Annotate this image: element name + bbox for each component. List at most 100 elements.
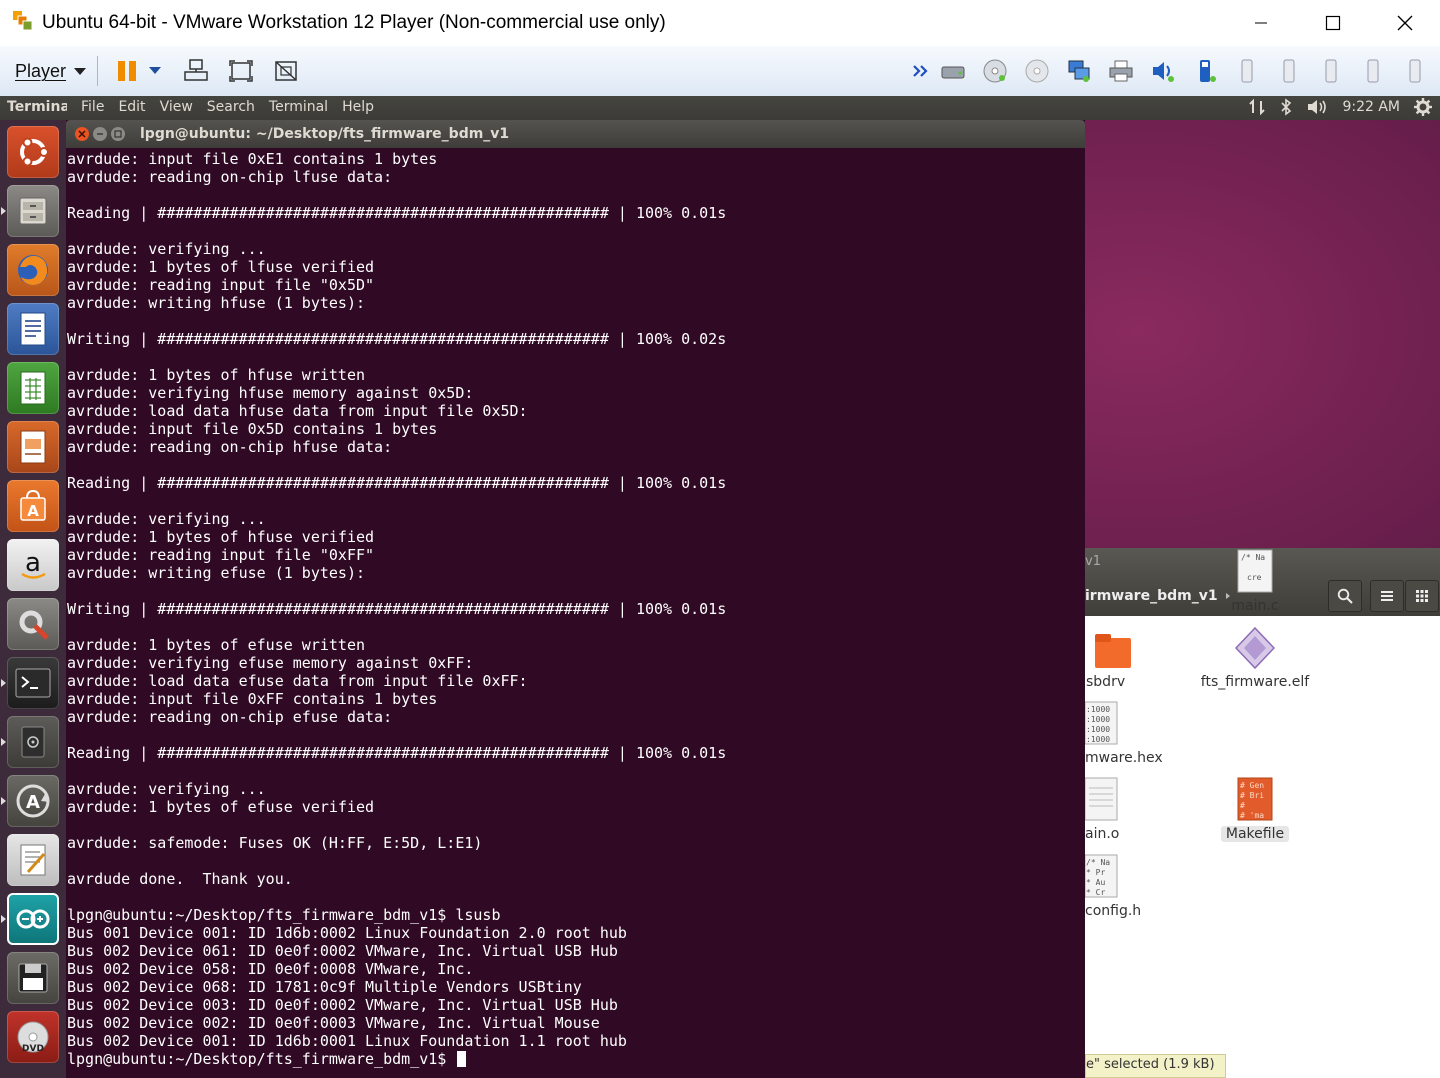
cd-dvd-device[interactable]: [981, 57, 1009, 85]
terminal-line: Bus 002 Device 068: ID 1781:0c9f Multipl…: [67, 978, 582, 996]
more-devices-button[interactable]: [910, 57, 930, 85]
path-bar-button[interactable]: irmware_bdm_v1: [1085, 582, 1240, 610]
terminal-line: Reading | ##############################…: [67, 744, 727, 762]
settings-wrench-icon: [19, 610, 49, 640]
usb-device-5[interactable]: [1401, 57, 1429, 85]
network-adapter-device[interactable]: [1065, 57, 1093, 85]
file-name: sbdrv: [1086, 674, 1126, 690]
file-item[interactable]: fts_firmware.elf: [1195, 626, 1315, 690]
minimize-icon: [1255, 22, 1267, 24]
launcher-amazon[interactable]: a: [7, 539, 59, 591]
send-ctrl-alt-del-button[interactable]: [182, 57, 210, 85]
path-bar-label: irmware_bdm_v1: [1085, 588, 1218, 604]
player-menu-button[interactable]: Player: [15, 61, 87, 82]
launcher-libreoffice-calc[interactable]: [7, 362, 59, 414]
launcher-libreoffice-writer[interactable]: [7, 303, 59, 355]
makefile-icon: # Gen# Bri## 'ma: [1237, 777, 1273, 821]
indicator-area: 9:22 AM: [1248, 98, 1432, 116]
updater-icon: A: [16, 784, 50, 818]
launcher-terminal[interactable]: [1, 657, 59, 709]
binary-icon: [1234, 626, 1276, 670]
svg-text:cre: cre: [1247, 573, 1262, 582]
usb-icon: [1409, 59, 1421, 83]
terminal-line: avrdude: safemode: Fuses OK (H:FF, E:5D,…: [67, 834, 483, 852]
list-view-button[interactable]: [1370, 580, 1404, 612]
running-indicator: [1, 679, 6, 687]
menu-terminal[interactable]: Terminal: [269, 99, 328, 115]
sound-card-device[interactable]: [1149, 57, 1177, 85]
gear-icon[interactable]: [1414, 98, 1432, 116]
volume-icon[interactable]: [1306, 98, 1328, 116]
terminal-line: Bus 001 Device 001: ID 1d6b:0002 Linux F…: [67, 924, 627, 942]
text-editor-icon: [20, 844, 46, 876]
maximize-button[interactable]: [1298, 0, 1368, 46]
unity-mode-button[interactable]: [272, 57, 300, 85]
usb-icon: [1200, 60, 1216, 82]
launcher-files[interactable]: [1, 185, 59, 237]
terminal-minimize-button[interactable]: [93, 127, 107, 141]
file-item[interactable]: /* Na cre main.c: [1225, 548, 1285, 614]
usb-device-3[interactable]: [1317, 57, 1345, 85]
usb-device-connected[interactable]: [1191, 57, 1219, 85]
menu-search[interactable]: Search: [207, 99, 255, 115]
menu-file[interactable]: File: [81, 99, 104, 115]
usb-device-1[interactable]: [1233, 57, 1261, 85]
launcher-floppy[interactable]: [7, 952, 59, 1004]
menu-edit[interactable]: Edit: [118, 99, 145, 115]
terminal-output[interactable]: avrdude: input file 0xE1 contains 1 byte…: [67, 150, 1083, 1076]
file-name: mware.hex: [1085, 750, 1163, 766]
selection-status-bar: e" selected (1.9 kB): [1085, 1054, 1226, 1078]
launcher-dash-home[interactable]: [7, 126, 59, 178]
launcher-dvd[interactable]: DVD: [7, 1011, 59, 1063]
terminal-line: Reading | ##############################…: [67, 204, 727, 222]
document-writer-icon: [20, 312, 46, 346]
bluetooth-icon[interactable]: [1280, 98, 1292, 116]
launcher-system-settings[interactable]: [7, 598, 59, 650]
launcher-firefox[interactable]: [7, 244, 59, 296]
pause-button[interactable]: [113, 57, 141, 85]
launcher-libreoffice-impress[interactable]: [7, 421, 59, 473]
clock[interactable]: 9:22 AM: [1342, 99, 1400, 115]
arduino-icon: [16, 909, 50, 929]
printer-device[interactable]: [1107, 57, 1135, 85]
launcher-usb-drive[interactable]: [1, 716, 59, 768]
terminal-close-button[interactable]: [75, 127, 89, 141]
hard-disk-device[interactable]: [939, 57, 967, 85]
terminal-title-bar[interactable]: lpgn@ubuntu: ~/Desktop/fts_firmware_bdm_…: [66, 120, 1085, 148]
terminal-prompt: lpgn@ubuntu:~/Desktop/fts_firmware_bdm_v…: [67, 1050, 456, 1068]
launcher-arduino[interactable]: [1, 893, 59, 945]
launcher-software-updater[interactable]: A: [1, 775, 59, 827]
power-options-dropdown[interactable]: [145, 57, 165, 85]
network-arrows-icon[interactable]: [1248, 98, 1266, 116]
file-item-selected[interactable]: # Gen # Bri # # 'ma Makefile: [1221, 776, 1289, 842]
svg-text::1000: :1000: [1086, 715, 1110, 724]
cd-dvd-2-device[interactable]: [1023, 57, 1051, 85]
search-button[interactable]: [1328, 580, 1362, 612]
launcher-software-center[interactable]: A: [7, 480, 59, 532]
close-icon: [1397, 15, 1413, 31]
terminal-line: Bus 002 Device 001: ID 1d6b:0001 Linux F…: [67, 1032, 627, 1050]
printer-icon: [1109, 60, 1133, 82]
grid-view-button[interactable]: [1405, 580, 1439, 612]
file-item[interactable]: sbdrv: [1085, 630, 1145, 690]
launcher-text-editor[interactable]: [7, 834, 59, 886]
file-item[interactable]: :1000:1000:1000:1000 mware.hex: [1084, 700, 1165, 766]
minimize-button[interactable]: [1226, 0, 1296, 46]
running-indicator: [1, 207, 6, 215]
terminal-maximize-button[interactable]: [111, 127, 125, 141]
usb-icon: [1283, 59, 1295, 83]
c-source-icon: /* Na cre: [1237, 549, 1273, 593]
drive-icon: [21, 726, 45, 758]
file-item[interactable]: ain.o: [1084, 776, 1165, 842]
close-button[interactable]: [1370, 0, 1440, 46]
terminal-line: Bus 002 Device 058: ID 0e0f:0008 VMware,…: [67, 960, 474, 978]
file-item[interactable]: /* Na * Pr * Au * Cr config.h: [1084, 853, 1165, 919]
terminal-prompt-line[interactable]: lpgn@ubuntu:~/Desktop/fts_firmware_bdm_v…: [67, 1050, 1083, 1068]
usb-device-4[interactable]: [1359, 57, 1387, 85]
full-screen-button[interactable]: [227, 57, 255, 85]
menu-view[interactable]: View: [160, 99, 193, 115]
svg-text::1000: :1000: [1086, 705, 1110, 714]
menu-help[interactable]: Help: [342, 99, 374, 115]
usb-device-2[interactable]: [1275, 57, 1303, 85]
